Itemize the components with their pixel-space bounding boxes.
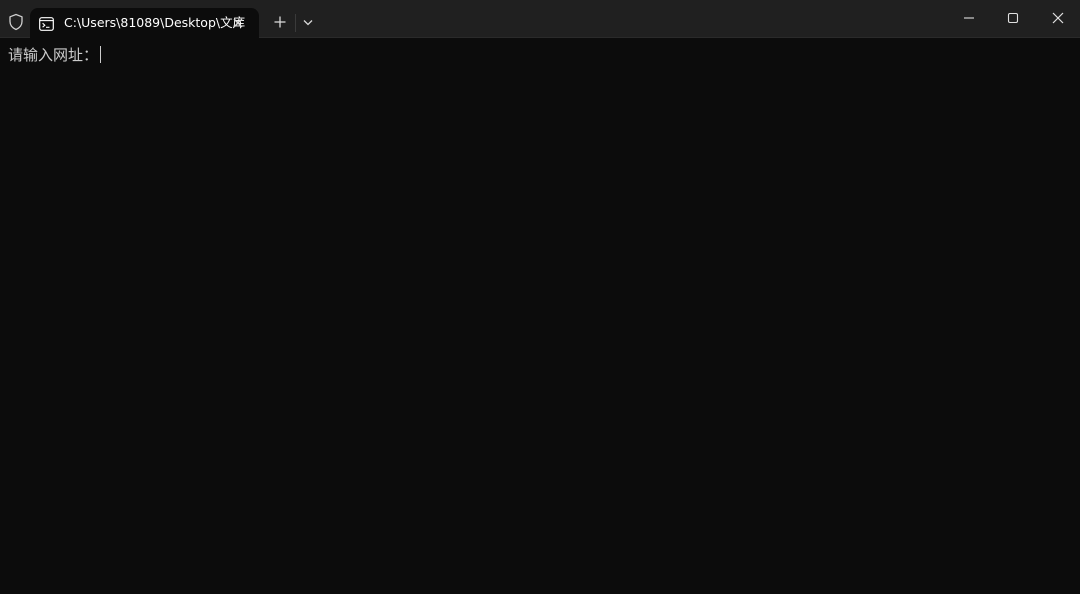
close-icon (1052, 12, 1064, 24)
shield-icon (7, 13, 25, 31)
plus-icon (274, 16, 286, 28)
prompt-line: 请输入网址： (8, 45, 102, 65)
chevron-down-icon (303, 19, 313, 25)
tab-close-button[interactable] (229, 14, 247, 32)
maximize-button[interactable] (991, 0, 1035, 36)
close-icon (233, 18, 243, 28)
tab-dropdown-button[interactable] (299, 13, 317, 31)
tab-title: C:\Users\81089\Desktop\文库 (64, 15, 246, 30)
new-tab-button[interactable] (270, 12, 290, 32)
prompt-text: 请输入网址： (8, 46, 99, 64)
title-bar[interactable]: C:\Users\81089\Desktop\文库 (0, 0, 1080, 39)
minimize-icon (964, 17, 974, 19)
minimize-button[interactable] (947, 0, 991, 36)
terminal-window: C:\Users\81089\Desktop\文库 请输入网址： (0, 0, 1080, 594)
maximize-icon (1007, 12, 1019, 24)
close-window-button[interactable] (1036, 0, 1080, 36)
console-area[interactable]: 请输入网址： (0, 38, 1080, 594)
text-cursor (100, 46, 102, 63)
terminal-icon (39, 16, 54, 31)
tab-active[interactable]: C:\Users\81089\Desktop\文库 (30, 8, 259, 39)
tab-separator (295, 14, 296, 32)
